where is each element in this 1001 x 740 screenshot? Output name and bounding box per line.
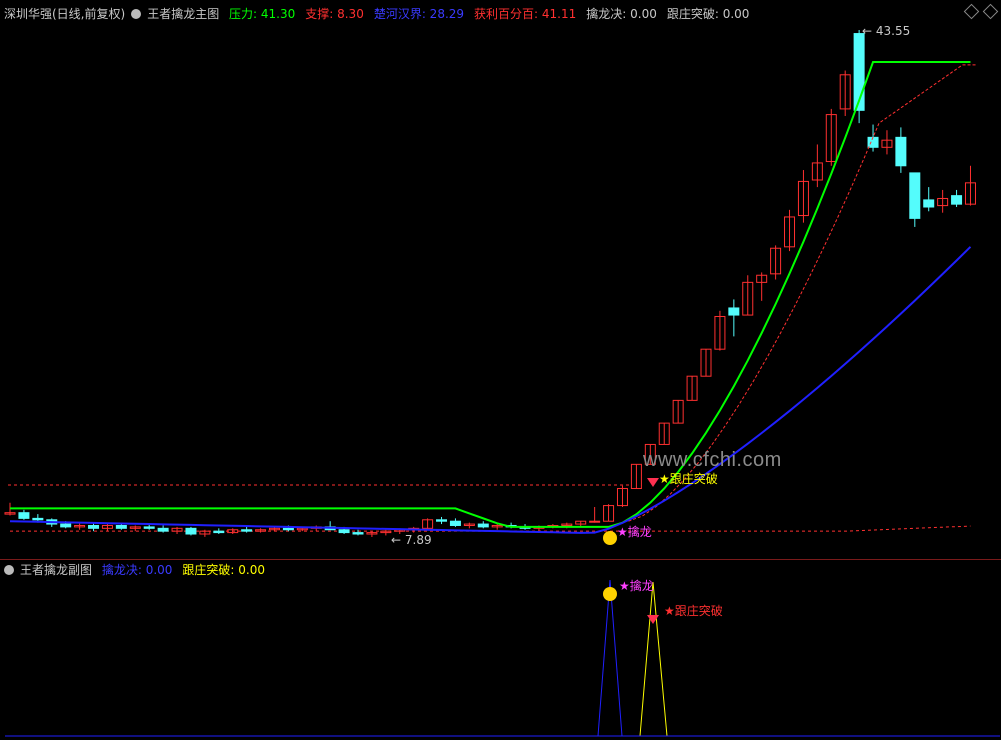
- chart-canvas[interactable]: ← 43.55 ← 7.89 ★擒龙 ★跟庄突破 ★擒龙 ★跟庄突破: [0, 0, 1001, 740]
- candle-body: [923, 199, 935, 208]
- low-price-marker: ← 7.89: [391, 533, 432, 547]
- candle-body: [338, 529, 350, 534]
- candle-body: [60, 523, 72, 528]
- watermark: www.cfchi.com: [643, 449, 782, 471]
- candle-body: [157, 527, 169, 532]
- sub-diamond-icon: [647, 615, 659, 624]
- candle-body: [143, 526, 155, 529]
- candle-body: [352, 532, 364, 535]
- candle-body: [895, 136, 907, 167]
- candle-body: [18, 512, 30, 519]
- candle-body: [115, 524, 127, 529]
- candle-body: [477, 523, 489, 528]
- chart-window: 深圳华强(日线,前复权) 王者擒龙主图 压力: 41.30 支撑: 8.30 楚河汉界…: [0, 0, 1001, 740]
- candle-body: [32, 517, 44, 521]
- candle-body: [88, 524, 100, 529]
- qinlong-signal-label: ★擒龙: [617, 524, 652, 539]
- breakout-signal-label: ★跟庄突破: [659, 471, 718, 486]
- smiley-icon: [603, 531, 617, 545]
- candle-body: [241, 529, 253, 532]
- candle-body: [282, 527, 294, 531]
- candle-body: [213, 530, 225, 534]
- high-price-marker: ← 43.55: [862, 24, 910, 38]
- candle-body: [185, 527, 197, 535]
- qinlong-spike: [597, 579, 623, 737]
- boundary-line: [9, 246, 972, 534]
- candle-body: [909, 172, 921, 219]
- candle-body: [436, 519, 448, 522]
- diamond-icon: [647, 478, 659, 487]
- candle-body: [867, 136, 879, 148]
- candle-body: [728, 307, 740, 316]
- candle-body: [589, 520, 601, 523]
- sub-breakout-label: ★跟庄突破: [664, 603, 723, 618]
- sub-smiley-icon: [603, 587, 617, 601]
- breakout-spike: [639, 581, 668, 737]
- candle-body: [951, 195, 963, 205]
- candle-body: [449, 520, 461, 526]
- sub-qinlong-label: ★擒龙: [619, 578, 654, 593]
